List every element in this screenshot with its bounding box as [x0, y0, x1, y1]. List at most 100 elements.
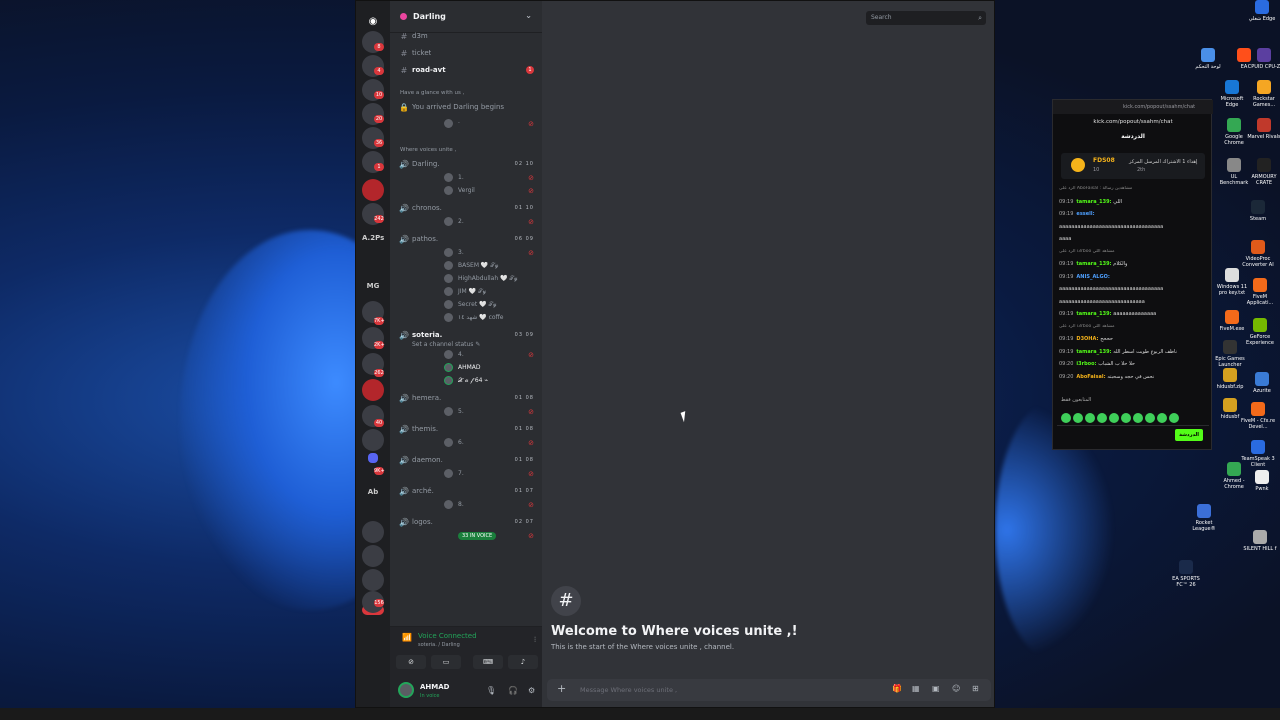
message-author[interactable]: i3rboo:	[1076, 361, 1098, 367]
chat-message[interactable]: aaaaaaaaaaaaaaaaaaaaaaaaaaaaaaaaaa	[1059, 224, 1209, 230]
voice-channel[interactable]: 🔊 Darling. 02 10	[390, 157, 542, 171]
chat-message[interactable]: 09:19 tamara_139: والكلام	[1059, 261, 1209, 267]
message-author[interactable]: AboFaisal:	[1076, 374, 1107, 380]
voice-channel[interactable]: 🔊 arché. 01 07	[390, 484, 542, 498]
chat-message[interactable]: 09:19 D3OHA: حححح	[1059, 336, 1209, 342]
server-icon[interactable]	[362, 379, 384, 401]
desktop-icon[interactable]: Rockstar Games...	[1246, 80, 1280, 108]
chat-message[interactable]: الرد على AboFaisal : مشاهدين رسالة	[1059, 186, 1209, 191]
server-icon[interactable]	[362, 429, 384, 451]
screen-share-button[interactable]: ▭	[431, 655, 461, 669]
server-icon[interactable]	[362, 545, 384, 567]
voice-channel[interactable]: 🔊 themis. 01 08	[390, 422, 542, 436]
search-input[interactable]: Search ⌕	[866, 11, 986, 25]
chat-message[interactable]: aaaaaaaaaaaaaaaaaaaaaaaaaaaaaaaaaa	[1059, 286, 1209, 292]
message-placeholder[interactable]: Message Where voices unite ,	[580, 686, 677, 694]
voice-channel[interactable]: 🔊 logos. 02 07	[390, 515, 542, 529]
apps-icon[interactable]: ⊞	[972, 684, 979, 693]
voice-user[interactable]: HighAbdullah 🤍 𝒯𝓎	[390, 272, 542, 285]
desktop-icon[interactable]: Steam	[1240, 200, 1276, 222]
server-icon[interactable]	[362, 179, 384, 201]
voice-user[interactable]: 6. ⊘	[390, 436, 542, 449]
voice-user[interactable]: شهد ١٤ 🤍 coffe	[390, 311, 542, 324]
chat-message[interactable]: الرد على i3rboo مشاهد اللي	[1059, 249, 1209, 254]
chat-message[interactable]: 09:19 tamara_139: ناظف الربوع طويت اسطر ا…	[1059, 349, 1209, 355]
desktop-icon[interactable]: Azurite	[1244, 372, 1280, 394]
server-icon[interactable]	[362, 569, 384, 591]
desktop-icon[interactable]: Epic Games Launcher	[1212, 340, 1248, 368]
voice-user[interactable]: AHMAD	[390, 361, 542, 374]
chat-message[interactable]: الرد على i3rboo مشاهد اللي	[1059, 324, 1209, 329]
voice-user[interactable]: 33 IN VOICE ⊘	[390, 529, 542, 542]
discord-home-icon[interactable]: ◉	[362, 11, 384, 33]
voice-channel[interactable]: 🔊 hemera. 01 08	[390, 391, 542, 405]
gif-icon[interactable]: ▦	[912, 684, 920, 693]
send-button[interactable]: الدردشة	[1175, 429, 1203, 441]
voice-status[interactable]: Voice Connected	[418, 632, 477, 640]
category-header[interactable]: Where voices unite ,	[390, 143, 542, 157]
chat-message[interactable]: 09:19 tamara_139: aaaaaaaaaaaaaa	[1059, 311, 1209, 317]
gear-icon[interactable]: ⚙	[528, 686, 535, 695]
emote-icon[interactable]	[1157, 413, 1167, 423]
desktop-icon[interactable]: Rocket League®	[1186, 504, 1222, 532]
desktop-icon[interactable]: ARMOURY CRATE	[1246, 158, 1280, 186]
desktop-icon[interactable]: لوحة التحكم	[1190, 48, 1226, 70]
voice-user[interactable]: JIM 🤍 𝒯𝓎	[390, 285, 542, 298]
sticker-icon[interactable]: ▣	[932, 684, 940, 693]
desktop-icon[interactable]: hidusbf.zip	[1212, 368, 1248, 390]
category-header[interactable]: Have a glance with us ,	[390, 86, 542, 100]
message-author[interactable]: D3OHA:	[1076, 336, 1100, 342]
voice-user[interactable]: · ⊘	[390, 117, 542, 130]
voice-user[interactable]: 2. ⊘	[390, 215, 542, 228]
voice-user[interactable]: 3. ⊘	[390, 246, 542, 259]
emote-icon[interactable]	[1109, 413, 1119, 423]
video-off-button[interactable]: ⊘	[396, 655, 426, 669]
voice-user[interactable]: BASEM 🤍 𝒯𝓎	[390, 259, 542, 272]
voice-user[interactable]: 4. ⊘	[390, 348, 542, 361]
headphones-icon[interactable]: 🎧	[508, 686, 518, 695]
avatar[interactable]	[398, 682, 414, 698]
emote-icon[interactable]	[1145, 413, 1155, 423]
message-author[interactable]: tamara_139:	[1076, 199, 1113, 205]
soundboard-button[interactable]: ♪	[508, 655, 538, 669]
message-composer[interactable]: + Message Where voices unite , 🎁 ▦ ▣ ☺ ⊞	[547, 679, 991, 701]
microphone-icon[interactable]: 🎙	[486, 686, 496, 695]
voice-user[interactable]: 1. ⊘	[390, 171, 542, 184]
chat-message[interactable]: aaaa	[1059, 236, 1209, 242]
voice-channel[interactable]: 🔊 chronos. 01 10	[390, 201, 542, 215]
voice-user[interactable]: 8. ⊘	[390, 498, 542, 511]
desktop-icon[interactable]: FiveM - Cfx.re Devel...	[1240, 402, 1276, 430]
chat-message[interactable]: aaaaaaaaaaaaaaaaaaaaaaaaaaaa	[1059, 299, 1209, 305]
desktop-icon[interactable]: SILENT HILL f	[1242, 530, 1278, 552]
pinned-message[interactable]: FDS08 10 إهداء 1 الاشتراك المرسل المركز …	[1061, 153, 1205, 179]
emote-icon[interactable]	[1121, 413, 1131, 423]
announcement-channel[interactable]: 🔒 You arrived Darling begins	[390, 100, 542, 114]
desktop-icon[interactable]: Microsoft Edge	[1214, 80, 1250, 108]
kick-url[interactable]: kick.com/popout/ssahm/chat	[1053, 115, 1213, 129]
noise-suppression-icon[interactable]: ⫶	[530, 633, 540, 647]
message-author[interactable]: ANIS_ALGO:	[1076, 274, 1109, 280]
server-icon-label[interactable]: MG	[362, 275, 384, 297]
emoji-icon[interactable]: ☺	[952, 684, 960, 693]
text-channel[interactable]: # d3m	[390, 29, 542, 43]
desktop-icon[interactable]: VideoProc Converter AI	[1240, 240, 1276, 268]
message-author[interactable]: essell:	[1076, 211, 1094, 217]
server-icon[interactable]	[368, 453, 378, 463]
emote-icon[interactable]	[1133, 413, 1143, 423]
voice-user[interactable]: Secret 🤍 𝒯𝓎	[390, 298, 542, 311]
gift-icon[interactable]: 🎁	[892, 684, 902, 693]
voice-user[interactable]: 𝒳 𝒶 𝒻 64 ⌁	[390, 374, 542, 387]
voice-channel[interactable]: 🔊 pathos. 06 09	[390, 232, 542, 246]
server-icon-label[interactable]: A.2Ps	[362, 227, 384, 249]
emote-icon[interactable]	[1085, 413, 1095, 423]
emote-icon[interactable]	[1097, 413, 1107, 423]
desktop-icon[interactable]: CPUID CPU-Z	[1246, 48, 1280, 70]
desktop-icon[interactable]: Marvel Rivals	[1246, 118, 1280, 140]
desktop-icon[interactable]: EA SPORTS FC™ 26	[1168, 560, 1204, 588]
emote-icon[interactable]	[1169, 413, 1179, 423]
chat-message[interactable]: 09:19 ANIS_ALGO:	[1059, 274, 1209, 280]
desktop-icon[interactable]: Pwnk	[1244, 470, 1280, 492]
text-channel[interactable]: # ticket	[390, 46, 542, 60]
voice-user[interactable]: Vergil ⊘	[390, 184, 542, 197]
message-author[interactable]: tamara_139:	[1076, 349, 1113, 355]
